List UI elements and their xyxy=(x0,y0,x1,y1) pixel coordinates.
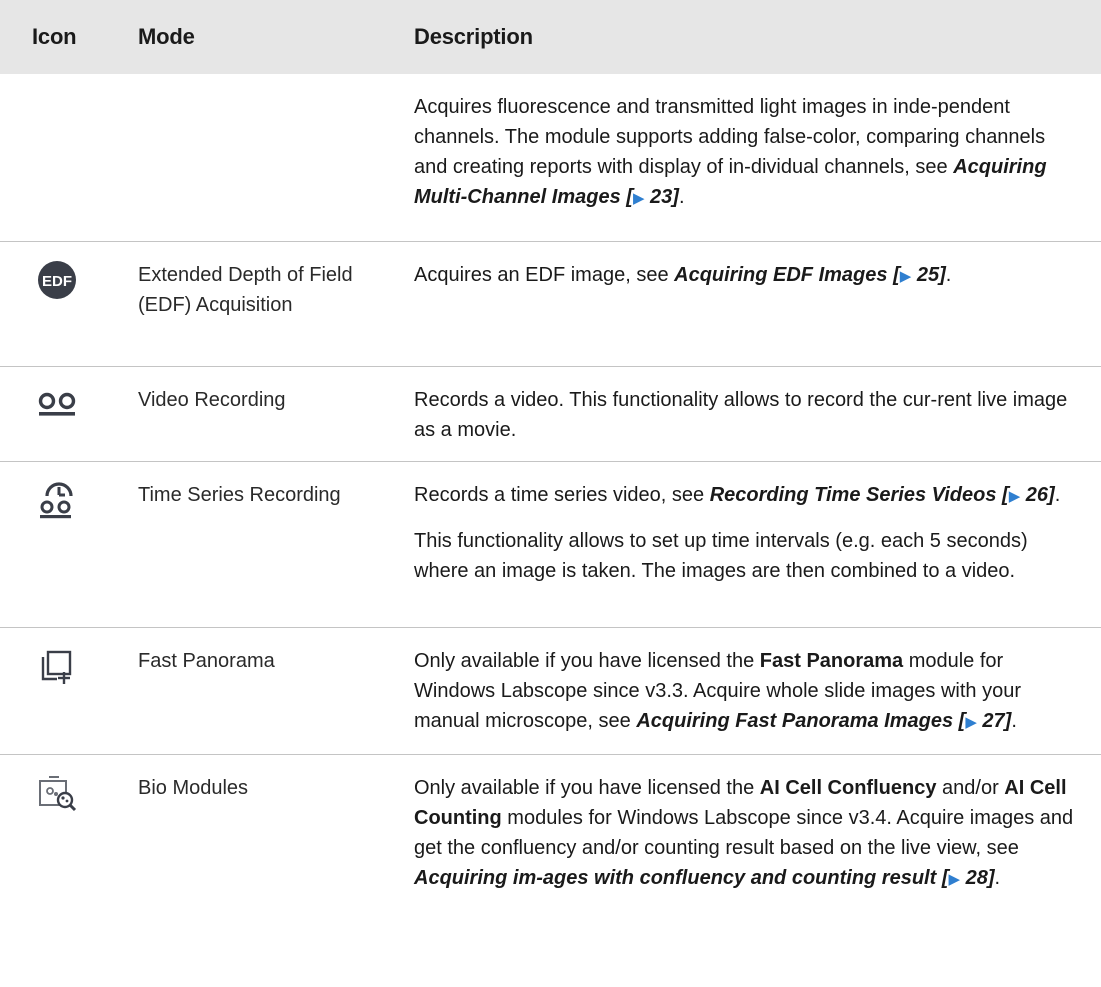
cross-reference-link[interactable]: Acquiring EDF Images xyxy=(674,264,887,286)
table-row: Time Series Recording Records a time ser… xyxy=(0,461,1101,627)
page-arrow-icon: ▶ xyxy=(632,190,645,207)
bio-modules-icon xyxy=(37,773,77,813)
header-description: Description xyxy=(412,0,1101,74)
description-cell: Only available if you have licensed the … xyxy=(412,627,1101,754)
table-row: EDF Extended Depth of Field (EDF) Acquis… xyxy=(0,241,1101,366)
description-cell: Records a video. This functionality allo… xyxy=(412,366,1101,461)
mode-cell: Time Series Recording xyxy=(138,483,341,506)
description-cell: Acquires fluorescence and transmitted li… xyxy=(412,74,1101,241)
description-text: Acquires an EDF image, see Acquiring EDF… xyxy=(414,263,952,286)
description-text: Acquires fluorescence and transmitted li… xyxy=(414,96,1047,208)
time-series-recording-icon xyxy=(37,480,77,520)
table-row: Bio Modules Only available if you have l… xyxy=(0,754,1101,911)
icon-cell xyxy=(0,754,120,911)
mode-cell: Extended Depth of Field (EDF) Acquisitio… xyxy=(138,263,353,316)
cross-reference-link[interactable]: Acquiring Fast Panorama Images xyxy=(636,710,953,732)
page-arrow-icon: ▶ xyxy=(948,870,961,888)
emphasized-term: Fast Panorama xyxy=(759,649,904,672)
fast-panorama-icon xyxy=(37,646,77,686)
description-text: Only available if you have licensed the … xyxy=(414,776,1074,889)
video-recording-icon xyxy=(37,385,77,425)
edf-icon-label: EDF xyxy=(42,273,72,290)
description-cell: Acquires an EDF image, see Acquiring EDF… xyxy=(412,241,1101,366)
mode-cell: Bio Modules xyxy=(138,776,249,799)
page-reference-link[interactable]: [▶ 27] xyxy=(959,710,1012,732)
icon-cell xyxy=(0,461,120,627)
cross-reference-link[interactable]: Acquiring im-ages with confluency and co… xyxy=(414,867,936,889)
mode-cell: Video Recording xyxy=(138,388,286,411)
page-arrow-icon: ▶ xyxy=(1008,487,1021,505)
icon-cell xyxy=(0,74,120,241)
page-arrow-icon: ▶ xyxy=(899,267,912,285)
cross-reference-link[interactable]: Acquiring Multi-Channel Images xyxy=(414,156,1047,208)
icon-cell xyxy=(0,366,120,461)
emphasized-term: AI Cell Counting xyxy=(414,776,1067,829)
icon-cell: EDF xyxy=(0,241,120,366)
table-header-row: Icon Mode Description xyxy=(0,0,1101,74)
modes-table: Icon Mode Description Acquires fluoresce… xyxy=(0,0,1101,911)
description-text: Records a time series video, see Recordi… xyxy=(414,483,1061,506)
mode-cell: Fast Panorama xyxy=(138,649,275,672)
description-cell: Only available if you have licensed the … xyxy=(412,754,1101,911)
page-reference-link[interactable]: [▶ 25] xyxy=(893,264,946,286)
page-reference-link[interactable]: [▶ 23] xyxy=(626,186,679,208)
table-row: Acquires fluorescence and transmitted li… xyxy=(0,74,1101,241)
table-row: Video Recording Records a video. This fu… xyxy=(0,366,1101,461)
description-text-secondary: This functionality allows to set up time… xyxy=(414,529,1028,582)
edf-icon: EDF xyxy=(37,260,77,300)
description-cell: Records a time series video, see Recordi… xyxy=(412,461,1101,627)
description-text: Only available if you have licensed the … xyxy=(414,649,1021,732)
mode-cell xyxy=(120,74,412,241)
page-arrow-icon: ▶ xyxy=(965,713,977,731)
table-row: Fast Panorama Only available if you have… xyxy=(0,627,1101,754)
icon-cell xyxy=(0,627,120,754)
description-text: Records a video. This functionality allo… xyxy=(414,388,1068,441)
cross-reference-link[interactable]: Recording Time Series Videos xyxy=(710,484,997,506)
header-icon: Icon xyxy=(0,0,120,74)
page-reference-link[interactable]: [▶ 28] xyxy=(942,867,995,889)
header-mode: Mode xyxy=(120,0,412,74)
emphasized-term: AI Cell Confluency xyxy=(759,776,937,799)
page-reference-link[interactable]: [▶ 26] xyxy=(1002,484,1055,506)
